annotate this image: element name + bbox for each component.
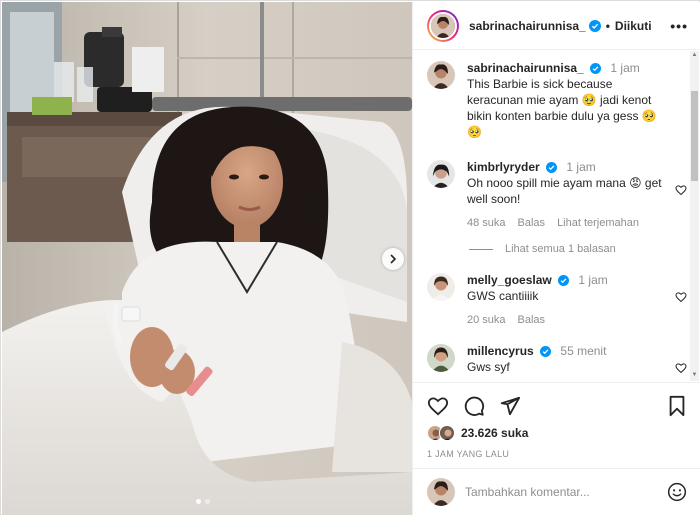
heart-icon[interactable] (675, 362, 687, 374)
view-replies-button[interactable]: Lihat semua 1 balasan (469, 243, 687, 255)
verified-badge-icon (558, 275, 570, 287)
avatar-image (431, 13, 455, 38)
comment-time[interactable]: 1 jam (578, 273, 607, 287)
scroll-up-arrow-icon[interactable]: ▲ (691, 52, 698, 60)
author-username[interactable]: sabrinachairunnisa_ (469, 19, 586, 33)
hospital-bed-photo (2, 2, 412, 515)
post-header: sabrinachairunnisa_ • Diikuti ••• (413, 2, 700, 50)
avatar-image (427, 478, 455, 506)
comment-item: kimbrlyryder 1 jam Oh nooo spill mie aya… (427, 160, 687, 229)
reply-button[interactable]: Balas (518, 314, 546, 326)
replies-divider (469, 248, 493, 250)
comment-input[interactable] (465, 485, 667, 499)
comment-bubble-icon[interactable] (463, 395, 485, 417)
post-time[interactable]: 1 JAM YANG LALU (427, 449, 687, 459)
avatar-image (427, 61, 455, 89)
paper-plane-icon[interactable] (499, 395, 521, 417)
carousel-dot (205, 499, 210, 504)
caption-username[interactable]: sabrinachairunnisa_ (467, 61, 584, 75)
comment-text: GWS cantiiiik (467, 289, 539, 303)
comment-username[interactable]: melly_goeslaw (467, 273, 552, 287)
verified-badge-icon (590, 63, 602, 75)
heart-icon[interactable] (675, 291, 687, 303)
following-button[interactable]: Diikuti (615, 19, 652, 33)
emoji-smile-icon[interactable] (667, 482, 687, 502)
comment-username[interactable]: millencyrus (467, 344, 534, 358)
verified-badge-icon (540, 346, 552, 358)
scrollbar-thumb[interactable] (691, 91, 698, 181)
comments-scrollbar[interactable]: ▲ ▼ (690, 51, 699, 381)
caption-text: This Barbie is sick because keracunan mi… (467, 77, 657, 139)
heart-icon[interactable] (675, 184, 687, 196)
comment-time[interactable]: 1 jam (566, 160, 595, 174)
current-user-avatar (427, 478, 455, 506)
caption-avatar[interactable] (427, 61, 455, 89)
verified-badge-icon (588, 19, 601, 32)
add-comment-bar (413, 468, 700, 515)
translate-button[interactable]: Lihat terjemahan (557, 217, 639, 229)
commenter-avatar[interactable] (427, 344, 455, 372)
heart-icon[interactable] (427, 395, 449, 417)
avatar-image (427, 344, 455, 372)
post-photo[interactable] (2, 2, 412, 515)
comment-likes[interactable]: 48 suka (467, 217, 506, 229)
caption-time[interactable]: 1 jam (610, 61, 639, 75)
post-side-panel: sabrinachairunnisa_ • Diikuti ••• sabrin… (412, 2, 700, 515)
verified-badge-icon (546, 162, 558, 174)
reply-button[interactable]: Balas (518, 217, 546, 229)
next-photo-button[interactable] (382, 248, 404, 270)
comment-text: Oh nooo spill mie ayam mana 😡 get well s… (467, 176, 662, 206)
commenter-avatar[interactable] (427, 273, 455, 301)
liker-avatar (439, 425, 455, 441)
comment-text: Gws syf (467, 360, 510, 374)
header-separator: • (605, 18, 610, 33)
avatar-image (427, 160, 455, 188)
comment-item: melly_goeslaw 1 jam GWS cantiiiik 20 suk… (427, 273, 687, 326)
author-avatar[interactable] (427, 9, 459, 42)
comment-time[interactable]: 55 menit (560, 344, 606, 358)
carousel-dot-active (196, 499, 201, 504)
more-options-button[interactable]: ••• (670, 18, 688, 34)
caption: sabrinachairunnisa_ 1 jam This Barbie is… (427, 61, 687, 140)
carousel-indicator (196, 499, 210, 504)
view-replies-label: Lihat semua 1 balasan (505, 243, 616, 255)
scroll-down-arrow-icon[interactable]: ▼ (691, 372, 698, 380)
likes-count[interactable]: 23.626 suka (461, 426, 528, 440)
chevron-right-icon (390, 254, 397, 264)
instagram-post-modal: sabrinachairunnisa_ • Diikuti ••• sabrin… (0, 0, 700, 515)
commenter-avatar[interactable] (427, 160, 455, 188)
comments-list[interactable]: sabrinachairunnisa_ 1 jam This Barbie is… (413, 51, 700, 381)
bookmark-icon[interactable] (667, 395, 687, 417)
avatar-image (427, 273, 455, 301)
comment-item: millencyrus 55 menit Gws syf (427, 344, 687, 375)
comment-username[interactable]: kimbrlyryder (467, 160, 540, 174)
post-actions: 23.626 suka 1 JAM YANG LALU (413, 382, 700, 459)
likes-summary[interactable]: 23.626 suka (427, 425, 687, 441)
comment-likes[interactable]: 20 suka (467, 314, 506, 326)
